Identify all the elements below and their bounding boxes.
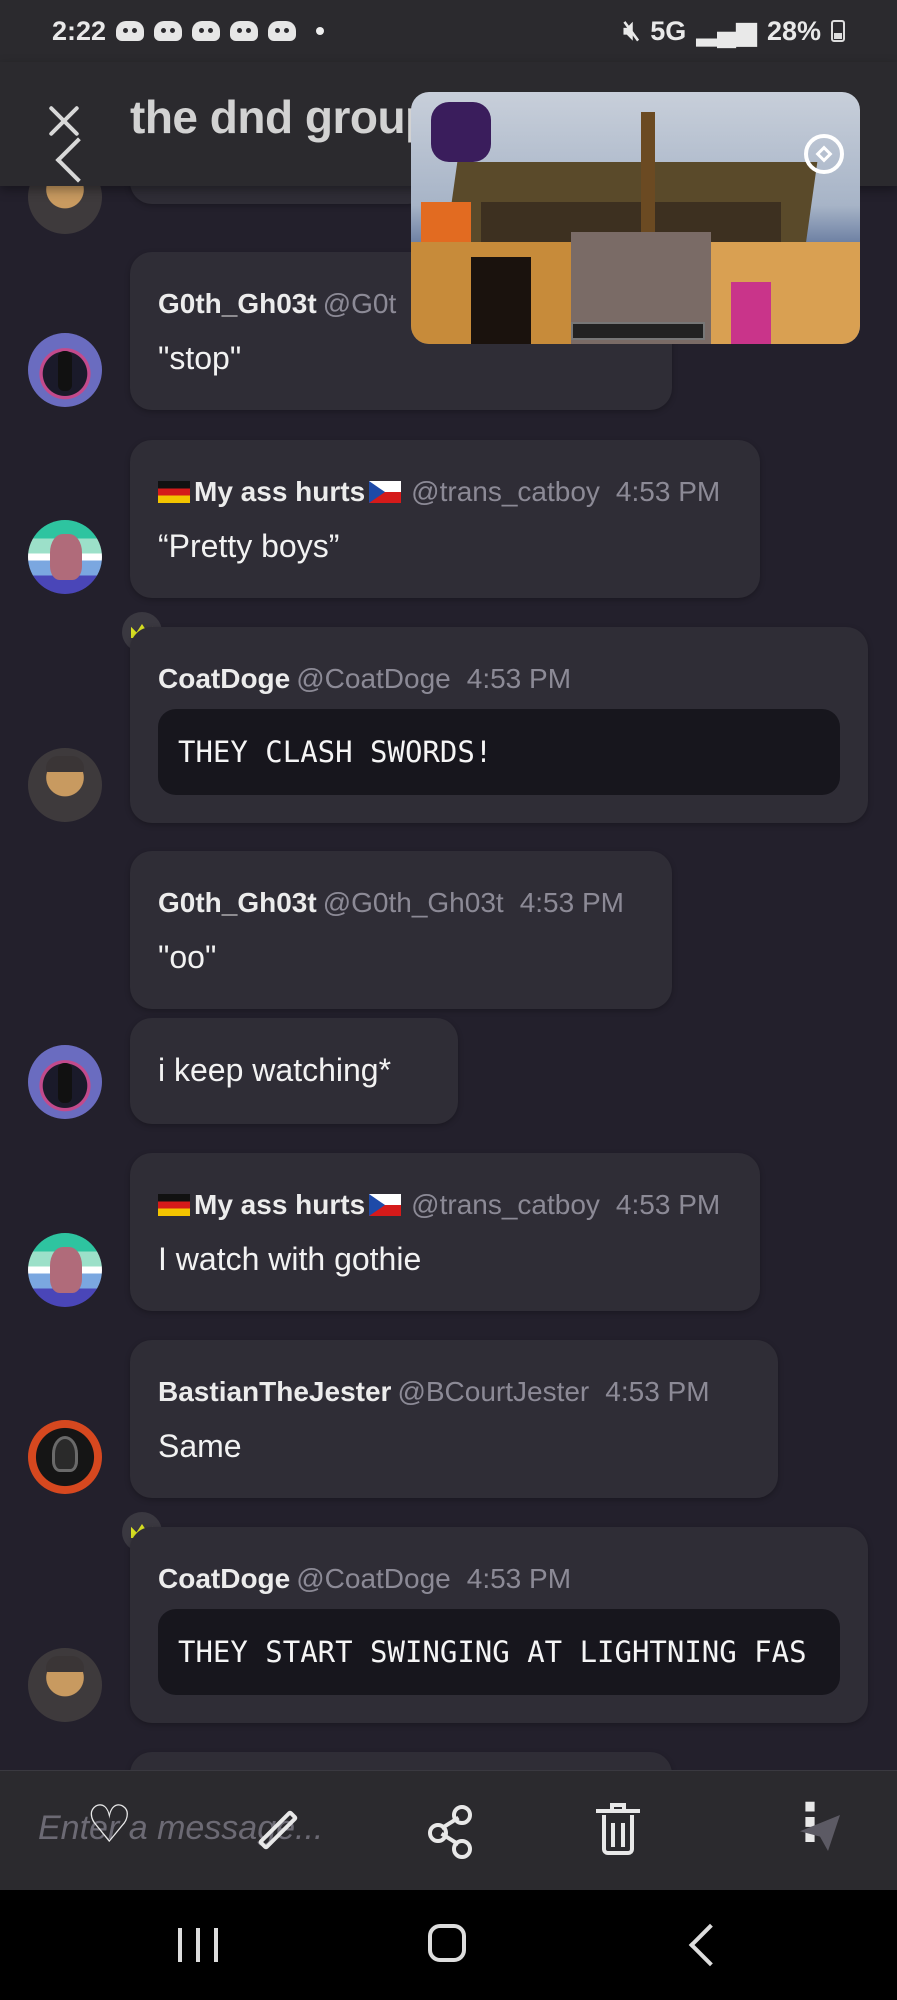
message-header: CoatDoge @CoatDoge 4:53 PM <box>158 663 571 695</box>
more-notifications-dot-icon <box>316 27 325 35</box>
czech-flag-icon <box>369 1194 402 1216</box>
message-bubble[interactable]: CoatDoge @CoatDoge 4:53 PM THEY START SWIN… <box>130 1527 868 1723</box>
network-label: 5G <box>650 15 687 46</box>
message-header: My ass hurts @trans_catboy 4:53 PM <box>158 1189 720 1221</box>
picture-in-picture-video[interactable] <box>411 92 860 344</box>
recents-icon[interactable] <box>178 1928 218 1962</box>
author-name[interactable]: G0th_Gh03t <box>158 288 317 319</box>
author-handle: @G0t <box>322 288 397 319</box>
message-text: i keep watching* <box>158 1052 392 1088</box>
message-bubble[interactable]: CoatDoge @CoatDoge 4:53 PM THEY CLASH SWOR… <box>130 627 868 823</box>
message-header: CoatDoge @CoatDoge 4:53 PM <box>158 1563 571 1595</box>
avatar[interactable] <box>28 748 102 822</box>
message-time: 4:53 PM <box>519 887 624 918</box>
message-bubble[interactable]: i keep watching* <box>130 1018 458 1124</box>
close-icon[interactable] <box>40 97 90 147</box>
home-icon[interactable] <box>428 1924 466 1962</box>
signal-icon: ▂▄▆ <box>696 15 757 46</box>
author-handle: @CoatDoge <box>296 663 451 694</box>
battery-label: 28% <box>766 15 821 46</box>
germany-flag-icon <box>158 1194 190 1216</box>
author-name[interactable]: G0th_Gh03t <box>158 887 317 918</box>
author-name[interactable]: CoatDoge <box>158 1563 290 1594</box>
message-time: 4:53 PM <box>615 1189 721 1220</box>
status-right: 🔇︎ 5G ▂▄▆ 28% <box>623 15 845 47</box>
trash-icon[interactable] <box>590 1801 650 1861</box>
code-block: THEY CLASH SWORDS! <box>158 709 840 795</box>
message-text: "stop" <box>158 340 242 376</box>
message-header: BastianTheJester @BCourtJester 4:53 PM <box>158 1376 710 1408</box>
status-left: 2:22 <box>52 15 325 47</box>
video-hotbar <box>571 322 705 340</box>
rotate-icon[interactable] <box>804 134 844 174</box>
discord-notification-icon <box>192 21 221 41</box>
message-bubble[interactable]: BastianTheJester @BCourtJester 4:53 PM Sam… <box>130 1340 778 1498</box>
germany-flag-icon <box>158 481 190 503</box>
message-header: G0th_Gh03t @G0t <box>158 288 396 320</box>
trash-icon-lid <box>610 1803 626 1809</box>
author-name[interactable]: My ass hurts <box>194 1189 365 1220</box>
message-header: My ass hurts @trans_catboy 4:53 PM <box>158 476 720 508</box>
discord-notification-icon <box>154 21 183 41</box>
author-name[interactable]: BastianTheJester <box>158 1376 391 1407</box>
author-handle: @trans_catboy <box>411 476 600 507</box>
pencil-icon[interactable] <box>250 1801 310 1861</box>
status-bar: 2:22 🔇︎ 5G ▂▄▆ 28% <box>0 0 897 62</box>
message-time: 4:53 PM <box>466 1563 572 1594</box>
message-time: 4:53 PM <box>605 1376 710 1407</box>
video-scene-shape <box>731 282 771 344</box>
author-handle: @G0th_Gh03t <box>322 887 504 918</box>
avatar[interactable] <box>28 333 102 407</box>
message-text: Same <box>158 1428 242 1464</box>
author-handle: @BCourtJester <box>397 1376 590 1407</box>
author-name[interactable]: My ass hurts <box>194 476 365 507</box>
czech-flag-icon <box>369 481 402 503</box>
chat-title: the dnd group <box>130 91 433 143</box>
message-header: G0th_Gh03t @G0th_Gh03t 4:53 PM <box>158 887 624 919</box>
share-icon[interactable] <box>420 1801 480 1861</box>
message-time: 4:53 PM <box>466 663 572 694</box>
video-scene-shape <box>471 257 531 344</box>
back-icon[interactable] <box>688 1923 732 1967</box>
video-scene-shape <box>431 102 491 162</box>
discord-notification-icon <box>230 21 259 41</box>
message-text: "oo" <box>158 939 217 975</box>
system-nav-bar <box>0 1890 897 2000</box>
avatar[interactable] <box>28 1420 102 1494</box>
message-bubble[interactable]: My ass hurts @trans_catboy 4:53 PM “Pretty… <box>130 440 760 598</box>
heart-icon[interactable] <box>80 1795 140 1861</box>
battery-icon <box>831 20 845 42</box>
avatar[interactable] <box>28 1045 102 1119</box>
trash-icon-bars <box>611 1823 625 1847</box>
author-name[interactable]: CoatDoge <box>158 663 290 694</box>
mute-icon: 🔇︎ <box>623 15 641 45</box>
video-scene-shape <box>641 112 655 232</box>
code-block: THEY START SWINGING AT LIGHTNING FAS <box>158 1609 840 1695</box>
message-composer: Enter a message... <box>0 1770 897 1891</box>
discord-notification-icon <box>116 21 145 41</box>
author-handle: @trans_catboy <box>411 1189 600 1220</box>
avatar[interactable] <box>28 1648 102 1722</box>
message-text: “Pretty boys” <box>158 528 340 564</box>
message-bubble[interactable]: My ass hurts @trans_catboy 4:53 PM I watch… <box>130 1153 760 1311</box>
discord-notification-icon <box>268 21 297 41</box>
status-time: 2:22 <box>52 15 107 46</box>
message-time: 4:53 PM <box>615 476 721 507</box>
message-text: I watch with gothie <box>158 1241 422 1277</box>
author-handle: @CoatDoge <box>296 1563 451 1594</box>
avatar[interactable] <box>28 1233 102 1307</box>
message-bubble[interactable]: G0th_Gh03t @G0th_Gh03t 4:53 PM "oo" <box>130 851 672 1009</box>
avatar[interactable] <box>28 520 102 594</box>
